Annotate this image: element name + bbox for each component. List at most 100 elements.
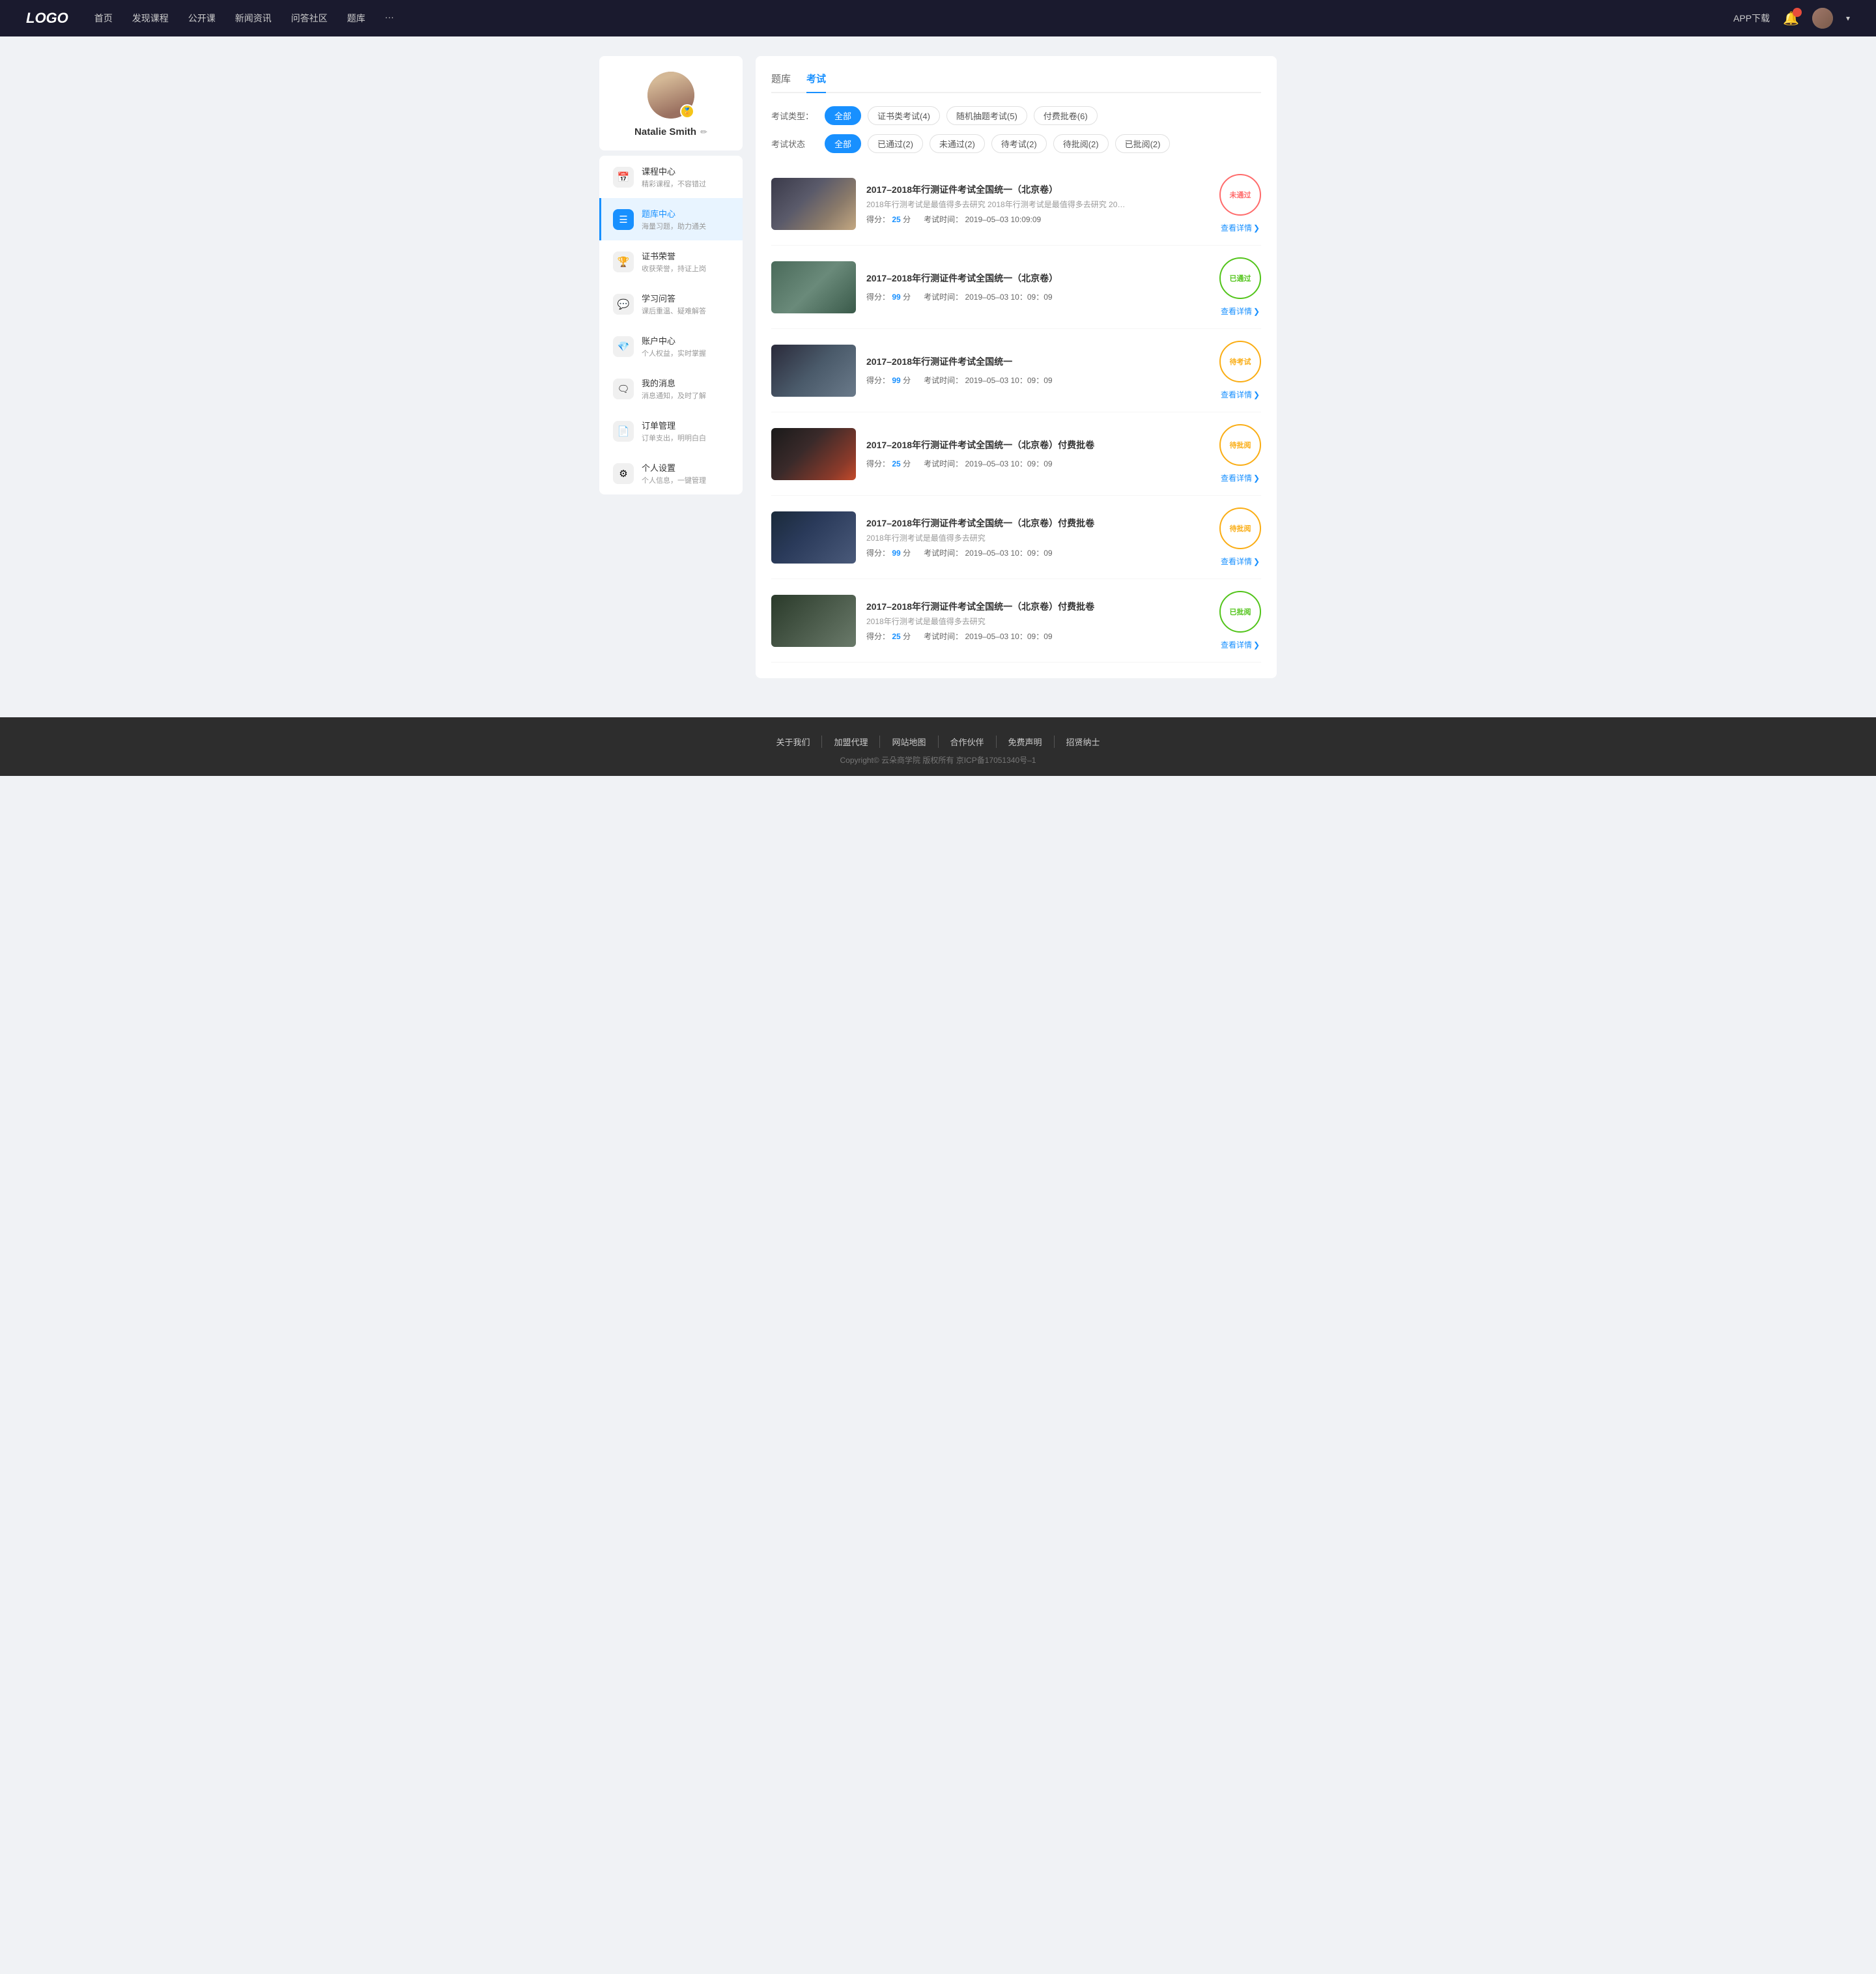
- filter-tag-random[interactable]: 随机抽题考试(5): [946, 106, 1027, 125]
- view-detail-link[interactable]: 查看详情 ❯: [1221, 472, 1260, 483]
- exam-info: 2017–2018年行测证件考试全国统一（北京卷）付费批卷 2018年行测考试是…: [866, 517, 1209, 558]
- stamp-label: 待考试: [1230, 356, 1251, 367]
- exam-type-label: 考试类型：: [771, 109, 817, 122]
- exam-info: 2017–2018年行测证件考试全国统一（北京卷）付费批卷 2018年行测考试是…: [866, 600, 1209, 642]
- nav-app-download[interactable]: APP下载: [1733, 12, 1770, 25]
- exam-title: 2017–2018年行测证件考试全国统一（北京卷）: [866, 183, 1209, 196]
- exam-actions: 已批阅 查看详情 ❯: [1219, 591, 1261, 650]
- profile-avatar-wrapper: 🏅: [647, 72, 694, 119]
- view-detail-link[interactable]: 查看详情 ❯: [1221, 639, 1260, 650]
- sidebar-item-course-center[interactable]: 📅 课程中心 精彩课程，不容错过: [599, 156, 743, 198]
- filter-tag-cert[interactable]: 证书类考试(4): [868, 106, 940, 125]
- footer-link-partners[interactable]: 合作伙伴: [939, 736, 997, 748]
- sidebar-item-orders[interactable]: 📄 订单管理 订单支出，明明白白: [599, 410, 743, 452]
- footer: 关于我们 加盟代理 网站地图 合作伙伴 免费声明 招贤纳士 Copyright©…: [0, 717, 1876, 776]
- profile-name-row: Natalie Smith ✏: [634, 126, 707, 137]
- score-label: 得分：: [866, 632, 890, 641]
- sidebar-item-account[interactable]: 💎 账户中心 个人权益，实时掌握: [599, 325, 743, 367]
- nav-chevron-icon[interactable]: ▾: [1846, 14, 1850, 23]
- view-detail-link[interactable]: 查看详情 ❯: [1221, 306, 1260, 317]
- score-label: 得分：: [866, 293, 890, 302]
- exam-meta: 得分： 99 分 考试时间： 2019–05–03 10：09：09: [866, 547, 1209, 558]
- score-label: 得分：: [866, 215, 890, 224]
- exam-time: 考试时间： 2019–05–03 10：09：09: [924, 375, 1052, 386]
- exam-info: 2017–2018年行测证件考试全国统一（北京卷） 2018年行测考试是最值得多…: [866, 183, 1209, 225]
- exam-actions: 已通过 查看详情 ❯: [1219, 257, 1261, 317]
- tab-exam[interactable]: 考试: [806, 72, 826, 93]
- exam-desc: 2018年行测考试是最值得多去研究 2018年行测考试是最值得多去研究 2018…: [866, 199, 1127, 210]
- exam-meta: 得分： 25 分 考试时间： 2019–05–03 10：09：09: [866, 631, 1209, 642]
- exam-actions: 待批阅 查看详情 ❯: [1219, 424, 1261, 483]
- status-filter-review[interactable]: 待批阅(2): [1053, 134, 1109, 153]
- nav-link-qa[interactable]: 问答社区: [291, 12, 328, 25]
- score-value: 25: [892, 459, 900, 468]
- exam-item: 2017–2018年行测证件考试全国统一 得分： 99 分 考试时间： 2019…: [771, 329, 1261, 412]
- nav-bell-button[interactable]: 🔔: [1783, 10, 1799, 27]
- sidebar-item-label: 账户中心: [642, 334, 731, 347]
- status-filter-passed[interactable]: 已通过(2): [868, 134, 923, 153]
- sidebar-item-desc: 课后重温、疑难解答: [642, 306, 731, 316]
- exam-time: 考试时间： 2019–05–03 10：09：09: [924, 291, 1052, 302]
- status-filter-pending[interactable]: 待考试(2): [991, 134, 1047, 153]
- status-filter-reviewed[interactable]: 已批阅(2): [1115, 134, 1171, 153]
- nav-link-news[interactable]: 新闻资讯: [235, 12, 272, 25]
- exam-item: 2017–2018年行测证件考试全国统一（北京卷） 2018年行测考试是最值得多…: [771, 162, 1261, 246]
- exam-actions: 未通过 查看详情 ❯: [1219, 174, 1261, 233]
- nav-link-open[interactable]: 公开课: [188, 12, 216, 25]
- certificate-icon: 🏆: [613, 251, 634, 272]
- exam-thumbnail: [771, 178, 856, 230]
- tab-question-bank[interactable]: 题库: [771, 72, 791, 93]
- nav-avatar[interactable]: [1812, 8, 1833, 29]
- sidebar-item-desc: 海量习题，助力通关: [642, 221, 731, 231]
- footer-copyright: Copyright© 云朵商学院 版权所有 京ICP备17051340号–1: [13, 754, 1863, 765]
- status-stamp-pending: 待考试: [1219, 341, 1261, 382]
- status-stamp-reviewed: 已批阅: [1219, 591, 1261, 633]
- exam-status-filter-row: 考试状态 全部 已通过(2) 未通过(2) 待考试(2) 待批阅(2) 已批阅(…: [771, 134, 1261, 153]
- nav-logo[interactable]: LOGO: [26, 10, 68, 27]
- sidebar-item-certificate[interactable]: 🏆 证书荣誉 收获荣誉，持证上岗: [599, 240, 743, 283]
- filter-tag-paid[interactable]: 付费批卷(6): [1034, 106, 1098, 125]
- time-label: 考试时间：: [924, 632, 963, 641]
- sidebar-item-label: 订单管理: [642, 419, 731, 431]
- sidebar-item-desc: 收获荣誉，持证上岗: [642, 263, 731, 274]
- nav-link-more[interactable]: ···: [385, 12, 394, 25]
- nav-right: APP下载 🔔 ▾: [1733, 8, 1850, 29]
- sidebar-item-messages[interactable]: 🗨 我的消息 消息通知，及时了解: [599, 367, 743, 410]
- time-label: 考试时间：: [924, 459, 963, 468]
- sidebar-item-settings[interactable]: ⚙ 个人设置 个人信息，一键管理: [599, 452, 743, 494]
- exam-type-tags: 全部 证书类考试(4) 随机抽题考试(5) 付费批卷(6): [825, 106, 1098, 125]
- score-label: 得分：: [866, 459, 890, 468]
- footer-link-sitemap[interactable]: 网站地图: [880, 736, 938, 748]
- status-filter-all[interactable]: 全部: [825, 134, 861, 153]
- sidebar-item-qa[interactable]: 💬 学习问答 课后重温、疑难解答: [599, 283, 743, 325]
- footer-link-franchise[interactable]: 加盟代理: [822, 736, 880, 748]
- nav-link-courses[interactable]: 发现课程: [132, 12, 169, 25]
- stamp-label: 待批阅: [1230, 440, 1251, 450]
- exam-info: 2017–2018年行测证件考试全国统一 得分： 99 分 考试时间： 2019…: [866, 355, 1209, 386]
- footer-link-disclaimer[interactable]: 免费声明: [997, 736, 1055, 748]
- exam-time: 考试时间： 2019–05–03 10:09:09: [924, 214, 1041, 225]
- orders-icon: 📄: [613, 421, 634, 442]
- time-value: 2019–05–03 10：09：09: [965, 549, 1052, 558]
- view-detail-link[interactable]: 查看详情 ❯: [1221, 556, 1260, 567]
- status-filter-failed[interactable]: 未通过(2): [930, 134, 985, 153]
- sidebar-item-desc: 精彩课程，不容错过: [642, 179, 731, 189]
- exam-item: 2017–2018年行测证件考试全国统一（北京卷） 得分： 99 分 考试时间：…: [771, 246, 1261, 329]
- sidebar-item-label: 我的消息: [642, 377, 731, 389]
- nav-link-bank[interactable]: 题库: [347, 12, 365, 25]
- profile-edit-icon[interactable]: ✏: [700, 127, 707, 137]
- view-detail-link[interactable]: 查看详情 ❯: [1221, 389, 1260, 400]
- footer-link-about[interactable]: 关于我们: [764, 736, 822, 748]
- profile-name: Natalie Smith: [634, 126, 696, 137]
- filter-tag-all[interactable]: 全部: [825, 106, 861, 125]
- status-stamp-pass: 已通过: [1219, 257, 1261, 299]
- sidebar-item-text: 订单管理 订单支出，明明白白: [642, 419, 731, 443]
- footer-links: 关于我们 加盟代理 网站地图 合作伙伴 免费声明 招贤纳士: [13, 736, 1863, 748]
- score-value: 99: [892, 549, 900, 558]
- sidebar-item-question-bank[interactable]: ☰ 题库中心 海量习题，助力通关: [599, 198, 743, 240]
- footer-link-jobs[interactable]: 招贤纳士: [1055, 736, 1112, 748]
- time-label: 考试时间：: [924, 549, 963, 558]
- nav-link-home[interactable]: 首页: [94, 12, 113, 25]
- view-detail-link[interactable]: 查看详情 ❯: [1221, 222, 1260, 233]
- course-center-icon: 📅: [613, 167, 634, 188]
